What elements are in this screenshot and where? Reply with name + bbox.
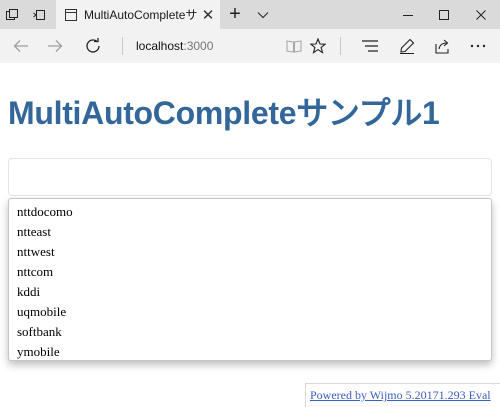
multi-autocomplete-input[interactable]: [8, 158, 492, 196]
browser-titlebar: MultiAutoCompleteサンプ ✕ +: [0, 0, 500, 29]
tab-preview-icon[interactable]: [0, 0, 24, 29]
pen-icon[interactable]: [392, 29, 422, 63]
address-host: localhost: [136, 39, 184, 53]
suggestion-item[interactable]: nttcom: [9, 262, 491, 282]
suggestion-item[interactable]: ntteast: [9, 222, 491, 242]
suggestion-item[interactable]: nttwest: [9, 242, 491, 262]
browser-navbar: localhost:3000: [0, 29, 500, 63]
new-tab-button[interactable]: +: [222, 0, 248, 29]
browser-tab-active[interactable]: MultiAutoCompleteサンプ ✕: [56, 0, 220, 29]
autocomplete-dropdown: nttdocomo ntteast nttwest nttcom kddi uqmobil…: [8, 198, 492, 361]
suggestion-item[interactable]: kddi: [9, 282, 491, 302]
star-icon[interactable]: [303, 29, 333, 63]
address-bar[interactable]: localhost:3000: [136, 29, 213, 63]
more-icon[interactable]: [463, 29, 493, 63]
maximize-button[interactable]: [426, 0, 462, 29]
separator: [122, 37, 123, 55]
suggestion-item[interactable]: softbank: [9, 322, 491, 342]
chevron-down-icon[interactable]: [250, 0, 276, 29]
tab-title: MultiAutoCompleteサンプ: [84, 8, 198, 22]
suggestion-item[interactable]: nttdocomo: [9, 202, 491, 222]
window-close-button[interactable]: [462, 0, 500, 29]
suggestion-item[interactable]: uqmobile: [9, 302, 491, 322]
tab-close-button[interactable]: ✕: [200, 7, 216, 24]
share-icon[interactable]: [428, 29, 458, 63]
arrow-left-icon[interactable]: [6, 29, 36, 63]
suggestion-item[interactable]: ymobile: [9, 342, 491, 362]
separator: [340, 37, 341, 55]
refresh-icon[interactable]: [78, 29, 108, 63]
page-icon: [64, 8, 78, 22]
hub-icon[interactable]: [355, 29, 385, 63]
set-aside-tabs-icon[interactable]: [27, 0, 51, 29]
arrow-right-icon[interactable]: [40, 29, 70, 63]
address-port: :3000: [183, 39, 214, 53]
page-title: MultiAutoCompleteサンプル1: [8, 95, 440, 131]
minimize-button[interactable]: [390, 0, 426, 29]
wijmo-powered-by-link[interactable]: Powered by Wijmo 5.20171.293 Eval: [305, 383, 500, 407]
